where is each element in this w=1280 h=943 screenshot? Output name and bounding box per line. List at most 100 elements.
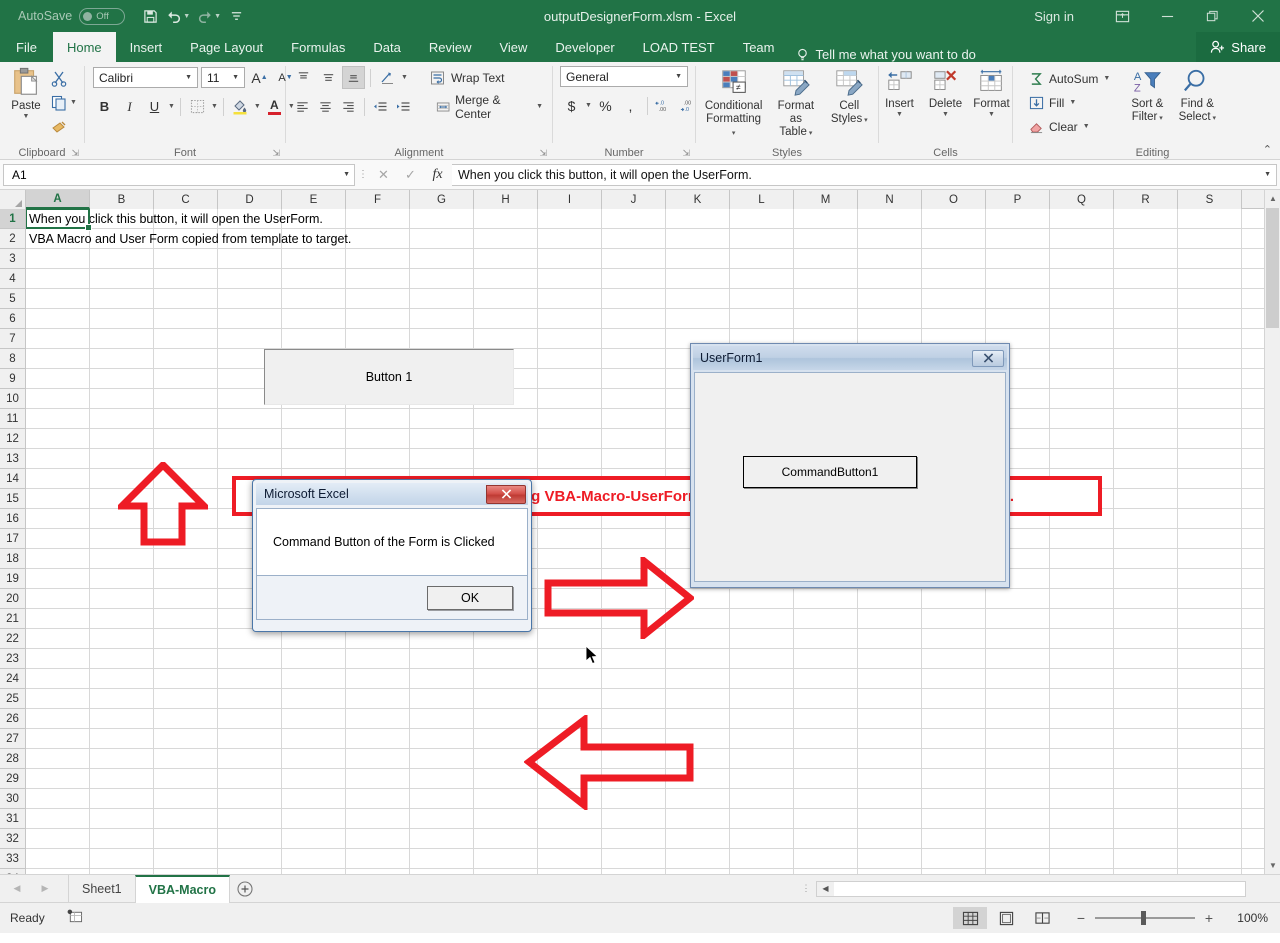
column-header-A[interactable]: A	[26, 190, 90, 209]
messagebox-ok-button[interactable]: OK	[427, 585, 513, 610]
row-header-19[interactable]: 19	[0, 569, 25, 589]
column-header-G[interactable]: G	[410, 190, 474, 209]
cut-icon[interactable]	[47, 67, 70, 90]
row-header-23[interactable]: 23	[0, 649, 25, 669]
fill-color-icon[interactable]	[229, 95, 252, 118]
column-header-B[interactable]: B	[90, 190, 154, 209]
userform-command-button[interactable]: CommandButton1	[743, 456, 917, 488]
record-macro-icon[interactable]	[67, 909, 83, 927]
next-sheet-icon[interactable]: ▶	[36, 883, 54, 894]
sheet-tab-vba-macro[interactable]: VBA-Macro	[134, 874, 230, 903]
align-bottom-icon[interactable]	[342, 66, 365, 89]
column-header-E[interactable]: E	[282, 190, 346, 209]
scroll-down-icon[interactable]: ▼	[1265, 857, 1280, 874]
align-left-icon[interactable]	[292, 95, 313, 118]
ribbon-tab-page-layout[interactable]: Page Layout	[176, 32, 277, 62]
page-layout-view-icon[interactable]	[989, 907, 1023, 929]
messagebox-title-bar[interactable]: Microsoft Excel	[256, 483, 528, 505]
ribbon-tab-developer[interactable]: Developer	[541, 32, 628, 62]
share-button[interactable]: Share	[1196, 32, 1280, 62]
comma-style-icon[interactable]: ,	[619, 94, 642, 117]
row-header-32[interactable]: 32	[0, 829, 25, 849]
row-header-33[interactable]: 33	[0, 849, 25, 869]
paste-dropdown-icon[interactable]: ▼	[23, 113, 30, 120]
orientation-dropdown-icon[interactable]: ▼	[401, 74, 408, 81]
vertical-scrollbar[interactable]: ▲ ▼	[1264, 190, 1280, 874]
row-header-6[interactable]: 6	[0, 309, 25, 329]
percent-icon[interactable]: %	[594, 94, 617, 117]
align-right-icon[interactable]	[338, 95, 359, 118]
row-header-7[interactable]: 7	[0, 329, 25, 349]
increase-decimal-icon[interactable]: .0.00	[653, 94, 676, 117]
font-name-combo[interactable]: Calibri ▼	[93, 67, 198, 88]
collapse-ribbon-icon[interactable]: ⌃	[1263, 143, 1272, 156]
insert-cells-button[interactable]: Insert ▼	[878, 66, 922, 120]
select-all-corner[interactable]	[0, 190, 26, 209]
autosave-toggle[interactable]: Off	[79, 7, 126, 25]
borders-dropdown-icon[interactable]: ▼	[211, 103, 218, 110]
form-control-button[interactable]: Button 1	[264, 349, 514, 405]
fill-dropdown-icon[interactable]: ▼	[1069, 99, 1076, 106]
enter-icon[interactable]: ✓	[398, 164, 423, 186]
ribbon-display-options-icon[interactable]	[1100, 0, 1145, 32]
row-header-9[interactable]: 9	[0, 369, 25, 389]
column-header-O[interactable]: O	[922, 190, 986, 209]
alignment-dialog-launcher[interactable]: ⇲	[539, 148, 547, 159]
ribbon-tab-formulas[interactable]: Formulas	[277, 32, 359, 62]
ribbon-tab-team[interactable]: Team	[729, 32, 789, 62]
fill-button[interactable]: Fill ▼	[1025, 91, 1114, 114]
zoom-slider[interactable]	[1095, 911, 1195, 925]
page-break-preview-icon[interactable]	[1025, 907, 1059, 929]
sort-filter-button[interactable]: A Z Sort & Filter ▾	[1122, 66, 1172, 126]
paste-button[interactable]: Paste ▼	[5, 64, 47, 122]
autosave-control[interactable]: AutoSave Off	[18, 7, 126, 25]
align-top-icon[interactable]	[292, 66, 315, 89]
autosum-button[interactable]: AutoSum ▼	[1025, 67, 1114, 90]
orientation-icon[interactable]	[376, 66, 399, 89]
fill-color-dropdown-icon[interactable]: ▼	[254, 103, 261, 110]
sign-in-button[interactable]: Sign in	[1034, 9, 1074, 24]
font-size-combo[interactable]: 11 ▼	[201, 67, 245, 88]
save-icon[interactable]	[139, 4, 161, 28]
italic-button[interactable]: I	[118, 95, 141, 118]
number-format-combo[interactable]: General ▼	[560, 66, 688, 87]
userform-title-bar[interactable]: UserForm1	[693, 346, 1007, 370]
row-header-12[interactable]: 12	[0, 429, 25, 449]
currency-icon[interactable]: $	[560, 94, 583, 117]
column-header-H[interactable]: H	[474, 190, 538, 209]
clear-dropdown-icon[interactable]: ▼	[1083, 123, 1090, 130]
ribbon-tab-review[interactable]: Review	[415, 32, 486, 62]
copy-dropdown-icon[interactable]: ▼	[70, 99, 77, 106]
row-header-31[interactable]: 31	[0, 809, 25, 829]
normal-view-icon[interactable]	[953, 907, 987, 929]
formula-input[interactable]: When you click this button, it will open…	[452, 163, 1277, 186]
row-header-5[interactable]: 5	[0, 289, 25, 309]
name-box[interactable]: A1 ▼	[3, 163, 355, 186]
row-header-34[interactable]: 34	[0, 869, 25, 874]
ribbon-tab-home[interactable]: Home	[52, 32, 116, 62]
currency-dropdown-icon[interactable]: ▼	[585, 102, 592, 109]
column-header-P[interactable]: P	[986, 190, 1050, 209]
merge-center-button[interactable]: Merge & Center ▼	[432, 93, 547, 121]
undo-icon[interactable]	[163, 4, 185, 28]
column-header-C[interactable]: C	[154, 190, 218, 209]
format-painter-icon[interactable]	[47, 115, 70, 138]
ribbon-tab-view[interactable]: View	[485, 32, 541, 62]
column-header-D[interactable]: D	[218, 190, 282, 209]
column-header-S[interactable]: S	[1178, 190, 1242, 209]
format-as-table-button[interactable]: Format as Table ▾	[768, 66, 823, 141]
zoom-slider-thumb[interactable]	[1141, 911, 1146, 925]
align-middle-icon[interactable]	[317, 66, 340, 89]
find-select-button[interactable]: Find & Select ▾	[1172, 66, 1222, 126]
sheet-bar-grip[interactable]: ⋮	[796, 883, 816, 894]
decrease-indent-icon[interactable]	[370, 95, 391, 118]
row-header-21[interactable]: 21	[0, 609, 25, 629]
sheet-tab-sheet1[interactable]: Sheet1	[68, 874, 135, 903]
cell-A1[interactable]: When you click this button, it will open…	[26, 209, 323, 229]
row-header-27[interactable]: 27	[0, 729, 25, 749]
bold-button[interactable]: B	[93, 95, 116, 118]
row-header-13[interactable]: 13	[0, 449, 25, 469]
messagebox-close-icon[interactable]	[486, 484, 526, 504]
row-header-20[interactable]: 20	[0, 589, 25, 609]
row-header-25[interactable]: 25	[0, 689, 25, 709]
